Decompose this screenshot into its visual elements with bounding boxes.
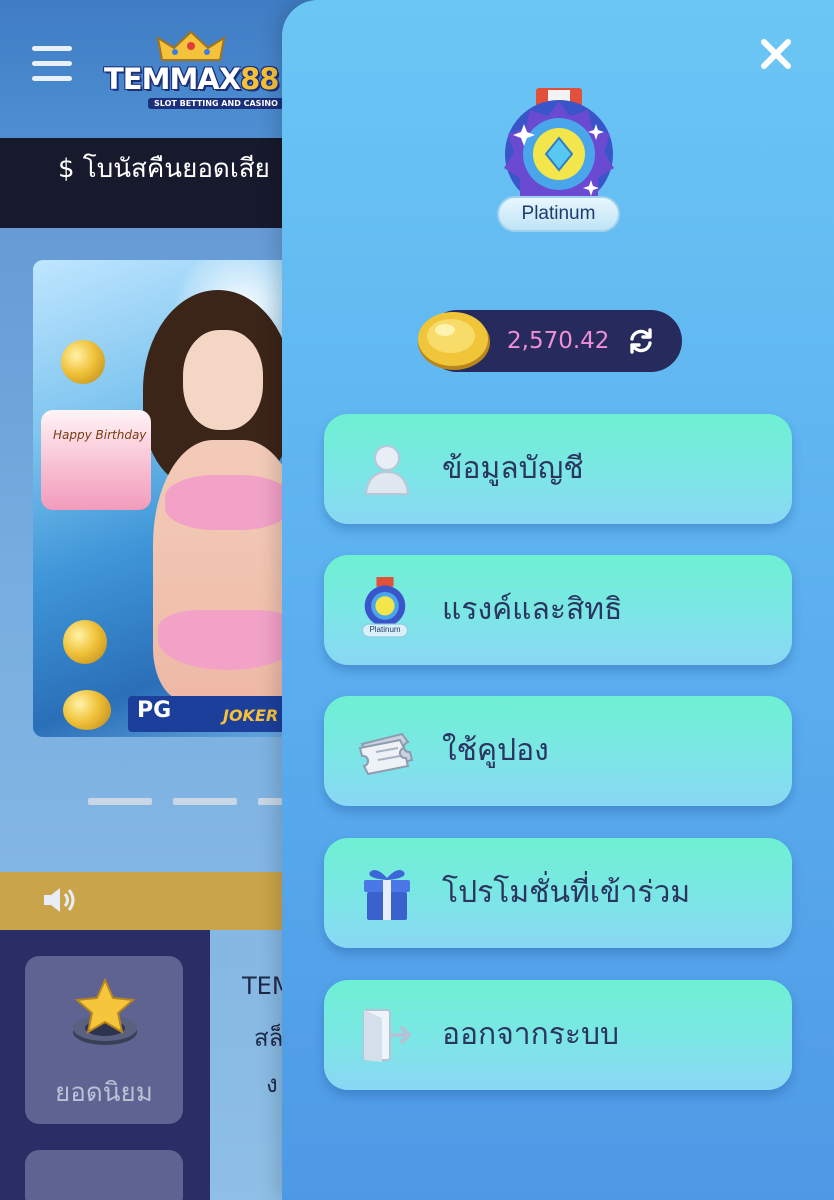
brand-tagline: SLOT BETTING AND CASINO	[148, 98, 284, 109]
banner-coin	[61, 340, 105, 384]
banner-cake	[41, 410, 151, 510]
menu-label-rank: แรงค์และสิทธิ	[442, 592, 623, 627]
carousel-dots	[88, 798, 322, 808]
gift-box-icon	[364, 870, 410, 920]
star-chip-icon	[73, 978, 137, 1045]
intro-text-line: สล็	[254, 1024, 284, 1052]
menu-label-promotions: โปรโมชั่นที่เข้าร่วม	[442, 875, 691, 910]
banner-cake-text: Happy Birthday	[53, 428, 147, 442]
brand-logo[interactable]: TEMMAX88 SLOT BETTING AND CASINO	[104, 30, 294, 110]
promo-text[interactable]: $ โบนัสคืนยอดเสีย	[58, 150, 270, 188]
hamburger-menu-icon[interactable]	[32, 44, 76, 84]
rank-mini-label: Platinum	[369, 625, 401, 634]
banner-provider-pg: PG	[137, 698, 172, 723]
banner-provider-joker: JOKER	[223, 706, 279, 725]
carousel-dot[interactable]	[173, 798, 237, 805]
banner-figure-top	[165, 475, 290, 530]
banner-figure-face	[183, 330, 263, 430]
carousel-dot[interactable]	[88, 798, 152, 805]
banner-coin	[63, 690, 111, 730]
logout-door-icon	[363, 1009, 411, 1062]
menu-label-coupon: ใช้คูปอง	[442, 733, 549, 768]
menu-logout-button[interactable]: ออกจากระบบ	[324, 980, 792, 1090]
category-label-popular: ยอดนิยม	[55, 1078, 153, 1108]
intro-text-line: ง	[266, 1070, 278, 1098]
banner-coin	[63, 620, 107, 664]
menu-rank-button[interactable]: Platinum แรงค์และสิทธิ	[324, 555, 792, 665]
user-profile-icon	[364, 445, 410, 495]
speaker-icon	[44, 888, 75, 912]
crown-icon	[156, 30, 226, 61]
gold-coin-icon	[418, 312, 490, 370]
rank-badge-label: Platinum	[497, 196, 620, 232]
category-card[interactable]	[25, 1150, 183, 1200]
refresh-icon[interactable]	[626, 326, 656, 356]
balance-amount: 2,570.42	[507, 328, 610, 354]
banner-figure-bottom	[158, 610, 298, 670]
menu-coupon-button[interactable]: ใช้คูปอง	[324, 696, 792, 806]
menu-account-info-button[interactable]: ข้อมูลบัญชี	[324, 414, 792, 524]
coupon-ticket-icon	[358, 732, 414, 776]
menu-promotions-button[interactable]: โปรโมชั่นที่เข้าร่วม	[324, 838, 792, 948]
close-icon[interactable]	[756, 34, 796, 74]
brand-name: TEMMAX88	[104, 62, 279, 96]
menu-label-account-info: ข้อมูลบัญชี	[442, 451, 584, 486]
menu-label-logout: ออกจากระบบ	[442, 1017, 620, 1052]
